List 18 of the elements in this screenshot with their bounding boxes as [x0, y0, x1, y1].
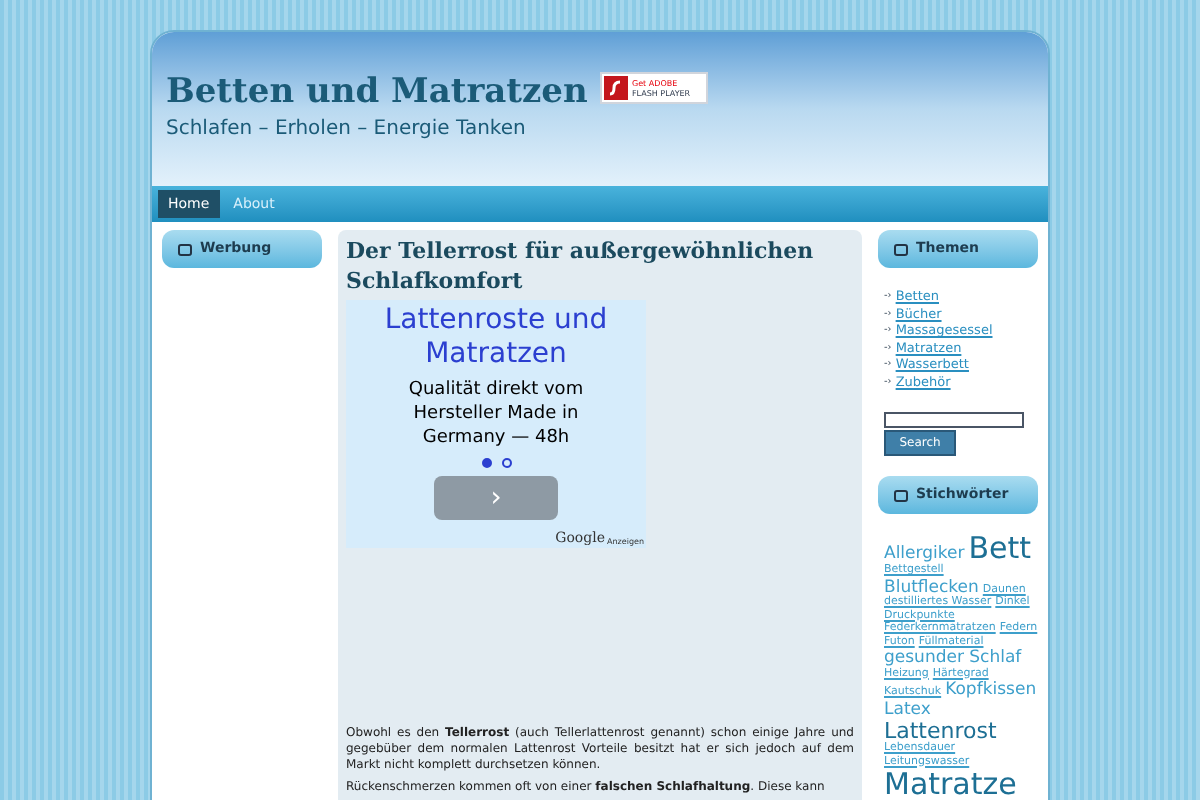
tag-link[interactable]: Bett	[968, 534, 1032, 564]
tag-link[interactable]: gesunder Schlaf	[884, 650, 1022, 667]
tag-link[interactable]: Kopfkissen	[945, 682, 1037, 699]
tag-link[interactable]: Lattenrost	[884, 720, 997, 742]
folder-icon	[894, 489, 908, 501]
folder-icon	[894, 243, 908, 255]
tag-link[interactable]: Allergiker	[884, 546, 965, 563]
site-tagline: Schlafen – Erholen – Energie Tanken	[166, 116, 528, 145]
search-field[interactable]	[884, 412, 1024, 428]
next-button[interactable]: ›	[434, 476, 558, 520]
article-title: Der Tellerrost für außergewöhnlichen Schlafkomfort	[346, 236, 816, 296]
tag-link[interactable]: Latex	[884, 701, 931, 718]
tag-link[interactable]: Blutflecken	[884, 579, 979, 596]
ad-text: Qualität direkt vom Hersteller Made in Germany — 48h	[406, 378, 586, 450]
site-title: Betten und Matratzen	[166, 72, 588, 115]
folder-icon	[178, 243, 192, 255]
ad-headline: Lattenroste und Matratzen	[382, 304, 610, 372]
tag-link[interactable]: Matratze	[884, 770, 1017, 800]
